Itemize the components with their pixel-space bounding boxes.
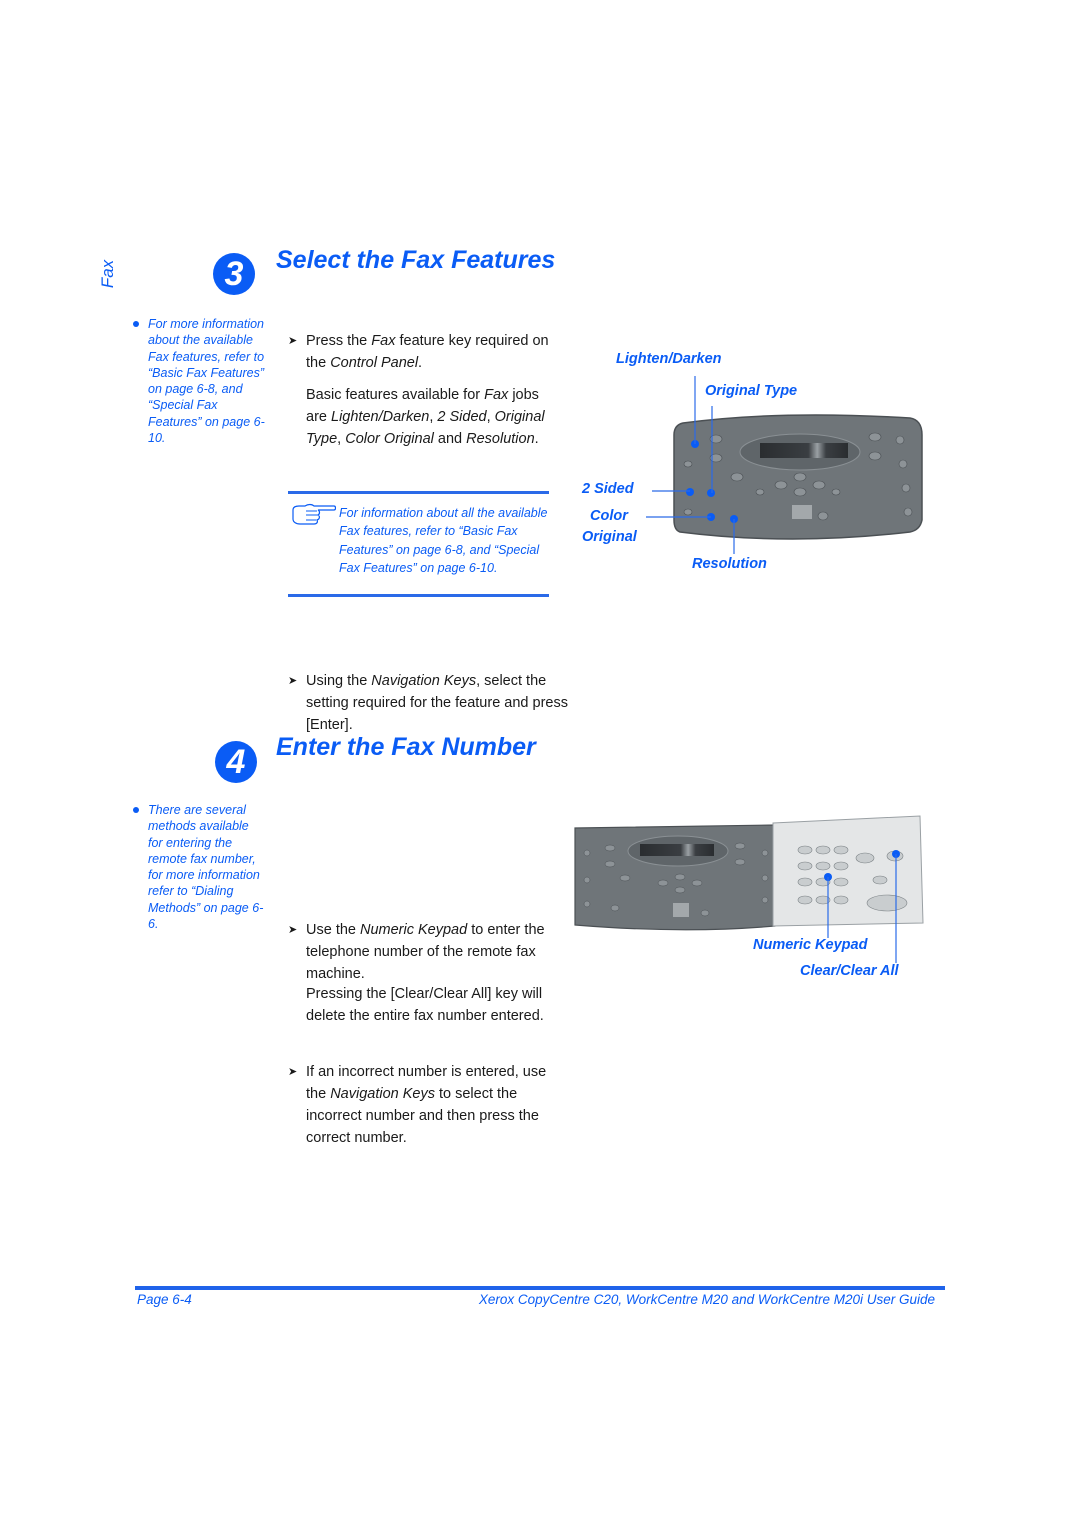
callout-lighten-darken: Lighten/Darken (616, 351, 722, 367)
callout-resolution: Resolution (692, 556, 767, 572)
callout-numeric-keypad: Numeric Keypad (753, 937, 868, 953)
callout-2-sided: 2 Sided (582, 481, 634, 497)
footer-page-number: Page 6-4 (137, 1292, 192, 1307)
callout-original-type: Original Type (705, 383, 798, 399)
pointing-hand-icon (292, 503, 336, 525)
info-note-text: For information about all the available … (339, 506, 548, 575)
arrow-bullet-icon: ➤ (288, 1066, 298, 1078)
arrow-bullet-icon: ➤ (288, 335, 298, 347)
step-3-badge: 3 (213, 253, 255, 295)
section-4-step-1: ➤ Use the Numeric Keypad to enter the te… (288, 919, 568, 985)
bullet-dot-icon (133, 321, 139, 327)
section-4-step-2: ➤ If an incorrect number is entered, use… (288, 1061, 568, 1149)
info-note-box: For information about all the available … (288, 491, 549, 597)
callout-color: Color (590, 508, 628, 524)
control-panel-figure-2: Numeric Keypad Clear/Clear All (565, 808, 935, 988)
side-tab: Fax (96, 254, 126, 294)
section-3-title: Select the Fax Features (276, 246, 556, 274)
section-4-paragraph: Pressing the [Clear/Clear All] key will … (306, 986, 544, 1024)
arrow-bullet-icon: ➤ (288, 924, 298, 936)
section-3-step-1: ➤ Press the Fax feature key required on … (288, 330, 568, 374)
side-tab-label: Fax (98, 259, 118, 289)
control-panel-illustration (646, 376, 923, 554)
control-panel-figure-1: Lighten/Darken Original Type 2 Sided Col… (570, 340, 940, 590)
bullet-dot-icon (133, 807, 139, 813)
section-4-title: Enter the Fax Number (276, 733, 536, 761)
section-3-sidenote: For more information about the available… (133, 316, 266, 446)
callout-original: Original (582, 529, 637, 545)
full-control-panel-illustration (574, 815, 924, 963)
footer-rule (135, 1286, 945, 1290)
section-4-sidenote: There are several methods available for … (133, 802, 266, 932)
section-3-step-2: ➤ Using the Navigation Keys, select the … (288, 670, 568, 736)
section-3-paragraph: Basic features available for Fax jobs ar… (306, 387, 545, 447)
footer-guide-title: Xerox CopyCentre C20, WorkCentre M20 and… (478, 1292, 935, 1307)
callout-clear-all: Clear/Clear All (800, 963, 899, 979)
arrow-bullet-icon: ➤ (288, 675, 298, 687)
step-4-badge: 4 (215, 741, 257, 783)
